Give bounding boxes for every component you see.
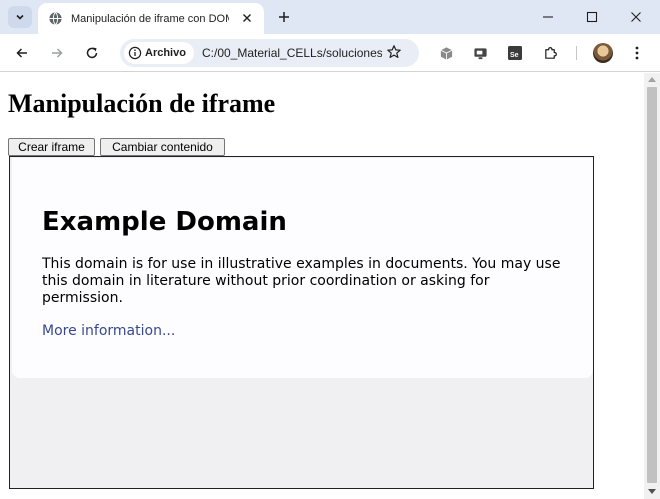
scrollbar-thumb[interactable]: [647, 87, 657, 483]
tab-search-button[interactable]: [8, 6, 32, 28]
iframe-page-title: Example Domain: [42, 207, 287, 237]
star-icon[interactable]: [386, 44, 404, 62]
maximize-button[interactable]: [580, 6, 604, 28]
address-bar[interactable]: Archivo C:/00_Material_CELLs/soluciones/…: [120, 39, 419, 67]
scroll-down-icon[interactable]: [648, 489, 656, 494]
iframe-frame[interactable]: Example Domain This domain is for use in…: [9, 156, 594, 489]
browser-toolbar: Archivo C:/00_Material_CELLs/soluciones/…: [0, 34, 660, 72]
tab-strip: Manipulación de iframe con DOM: [0, 0, 660, 34]
back-button[interactable]: [11, 42, 33, 64]
selenium-extension-icon[interactable]: Se: [504, 42, 526, 64]
toolbar-divider: [576, 46, 577, 60]
site-info-label: Archivo: [145, 47, 186, 59]
avatar[interactable]: [593, 43, 613, 63]
create-iframe-button[interactable]: Crear iframe: [8, 138, 95, 156]
site-info-chip[interactable]: Archivo: [124, 42, 194, 64]
vertical-scrollbar[interactable]: [644, 73, 660, 499]
cube-extension-icon[interactable]: [435, 42, 457, 64]
reload-button[interactable]: [81, 42, 103, 64]
scroll-up-icon[interactable]: [648, 77, 656, 82]
reload-icon: [85, 46, 99, 60]
page-title: Manipulación de iframe: [8, 89, 276, 118]
more-information-link[interactable]: More information...: [42, 323, 175, 340]
close-icon: [630, 11, 642, 23]
close-window-button[interactable]: [624, 6, 648, 28]
plus-icon: [278, 11, 290, 23]
monitor-extension-icon[interactable]: [469, 42, 491, 64]
chevron-down-icon: [15, 12, 25, 22]
tab-close-icon[interactable]: [239, 10, 255, 26]
minimize-button[interactable]: [536, 6, 560, 28]
change-content-button[interactable]: Cambiar contenido: [100, 138, 225, 156]
example-domain-card: Example Domain This domain is for use in…: [12, 158, 593, 378]
kebab-menu-icon[interactable]: [626, 42, 648, 64]
arrow-right-icon: [50, 46, 64, 60]
minimize-icon: [542, 11, 554, 23]
new-tab-button[interactable]: [275, 8, 293, 26]
browser-tab[interactable]: Manipulación de iframe con DOM: [38, 3, 264, 34]
info-icon: [128, 46, 142, 60]
url-text: C:/00_Material_CELLs/soluciones/iframe.h…: [202, 46, 382, 60]
puzzle-icon[interactable]: [539, 42, 561, 64]
arrow-left-icon: [15, 46, 29, 60]
forward-button[interactable]: [46, 42, 68, 64]
tab-title: Manipulación de iframe con DOM: [71, 13, 229, 25]
svg-text:Se: Se: [510, 52, 519, 59]
maximize-icon: [586, 11, 598, 23]
globe-icon: [48, 11, 63, 26]
iframe-paragraph: This domain is for use in illustrative e…: [42, 256, 561, 306]
page-viewport: Manipulación de iframe Crear iframe Camb…: [0, 73, 644, 499]
